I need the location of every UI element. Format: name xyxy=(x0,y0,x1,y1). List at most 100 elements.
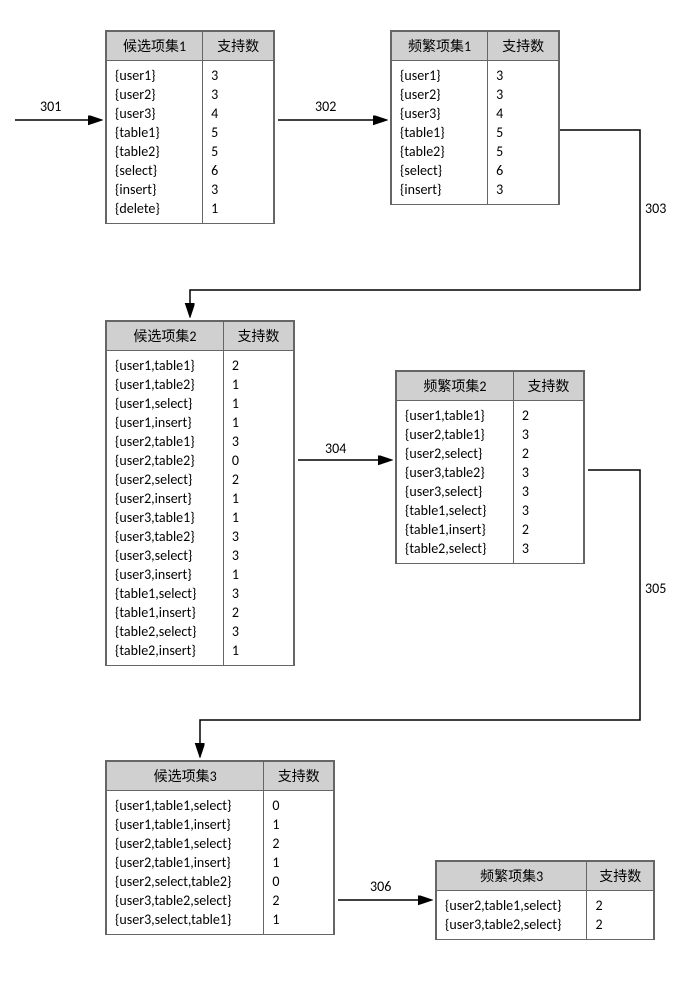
itemset-cell: {user1,table1,insert} xyxy=(107,815,264,834)
itemset-cell: {table2,select} xyxy=(107,622,224,641)
table-row: {user1,table1,select}0 xyxy=(107,791,334,816)
table-row: {insert}3 xyxy=(392,180,559,204)
itemset-cell: {table2} xyxy=(392,142,488,161)
itemset-cell: {user3} xyxy=(392,104,488,123)
table-row: {table2,select}3 xyxy=(107,622,294,641)
itemset-cell: {user3,table2,select} xyxy=(107,891,264,910)
itemset-cell: {user1,table1,select} xyxy=(107,791,264,816)
itemset-cell: {user2,table2} xyxy=(107,451,224,470)
table-row: {user2,select,table2}0 xyxy=(107,872,334,891)
itemset-cell: {table1} xyxy=(107,123,203,142)
table-row: {user2,select}2 xyxy=(397,444,584,463)
table-row: {user3,insert}1 xyxy=(107,565,294,584)
itemset-cell: {user3,table2} xyxy=(397,463,514,482)
support-cell: 2 xyxy=(223,470,293,489)
table-row: {user3,select,table1}1 xyxy=(107,910,334,934)
table-row: {user1,insert}1 xyxy=(107,413,294,432)
itemset-cell: {user2} xyxy=(107,85,203,104)
support-cell: 1 xyxy=(223,489,293,508)
itemset-cell: {table2} xyxy=(107,142,203,161)
step-label-306: 306 xyxy=(370,878,391,895)
itemset-cell: {user3,insert} xyxy=(107,565,224,584)
table-row: {user2,table1,select}2 xyxy=(437,891,654,916)
table-row: {select}6 xyxy=(392,161,559,180)
support-cell: 3 xyxy=(223,622,293,641)
table-row: {user3,table2,select}2 xyxy=(107,891,334,910)
support-cell: 2 xyxy=(513,444,583,463)
itemset-cell: {table1,select} xyxy=(397,501,514,520)
cand1-header: 候选项集1 xyxy=(107,32,203,61)
itemset-cell: {user1,table2} xyxy=(107,375,224,394)
support-cell: 3 xyxy=(223,432,293,451)
table-row: {user1}3 xyxy=(107,61,274,86)
support-cell: 1 xyxy=(264,815,334,834)
itemset-cell: {user1,insert} xyxy=(107,413,224,432)
itemset-cell: {table1,insert} xyxy=(397,520,514,539)
support-cell: 2 xyxy=(264,891,334,910)
step-label-304: 304 xyxy=(325,440,346,457)
support-cell: 2 xyxy=(587,891,654,916)
itemset-cell: {table1,insert} xyxy=(107,603,224,622)
table-row: {user3,table2}3 xyxy=(397,463,584,482)
table-row: {table1,select}3 xyxy=(107,584,294,603)
table-row: {user3,select}3 xyxy=(107,546,294,565)
candidate-set-2-table: 候选项集2 支持数 {user1,table1}2{user1,table2}1… xyxy=(105,320,295,666)
table-row: {table2}5 xyxy=(392,142,559,161)
cand2-header: 候选项集2 xyxy=(107,322,224,351)
frequent-set-3-table: 频繁项集3 支持数 {user2,table1,select}2{user3,t… xyxy=(435,860,655,940)
table-row: {select}6 xyxy=(107,161,274,180)
itemset-cell: {user2,insert} xyxy=(107,489,224,508)
itemset-cell: {table2,select} xyxy=(397,539,514,563)
itemset-cell: {table1,select} xyxy=(107,584,224,603)
itemset-cell: {delete} xyxy=(107,199,203,223)
support-cell: 0 xyxy=(264,791,334,816)
support-cell: 1 xyxy=(223,394,293,413)
support-header: 支持数 xyxy=(223,322,293,351)
itemset-cell: {select} xyxy=(107,161,203,180)
support-cell: 3 xyxy=(203,180,274,199)
support-cell: 2 xyxy=(223,603,293,622)
table-row: {user1,table1,insert}1 xyxy=(107,815,334,834)
support-cell: 1 xyxy=(264,910,334,934)
support-cell: 1 xyxy=(203,199,274,223)
table-row: {table1,insert}2 xyxy=(107,603,294,622)
table-row: {user3,table2,select}2 xyxy=(437,915,654,939)
table-row: {delete}1 xyxy=(107,199,274,223)
support-cell: 3 xyxy=(223,584,293,603)
table-row: {user3,table2}3 xyxy=(107,527,294,546)
support-cell: 2 xyxy=(513,520,583,539)
support-cell: 2 xyxy=(587,915,654,939)
table-row: {user2,table2}0 xyxy=(107,451,294,470)
support-cell: 4 xyxy=(488,104,559,123)
itemset-cell: {user2,table1,insert} xyxy=(107,853,264,872)
support-cell: 3 xyxy=(513,482,583,501)
support-cell: 3 xyxy=(488,180,559,204)
table-row: {user2}3 xyxy=(107,85,274,104)
support-cell: 5 xyxy=(488,142,559,161)
itemset-cell: {user1,table1} xyxy=(397,401,514,426)
frequent-set-2-table: 频繁项集2 支持数 {user1,table1}2{user2,table1}3… xyxy=(395,370,585,564)
support-cell: 2 xyxy=(513,401,583,426)
itemset-cell: {user1,table1} xyxy=(107,351,224,376)
table-row: {user3}4 xyxy=(107,104,274,123)
itemset-cell: {user2} xyxy=(392,85,488,104)
table-row: {user3,select}3 xyxy=(397,482,584,501)
support-cell: 1 xyxy=(223,641,293,665)
itemset-cell: {user3,table1} xyxy=(107,508,224,527)
freq2-header: 频繁项集2 xyxy=(397,372,514,401)
itemset-cell: {insert} xyxy=(392,180,488,204)
table-row: {table2,insert}1 xyxy=(107,641,294,665)
support-cell: 3 xyxy=(223,527,293,546)
support-cell: 1 xyxy=(223,375,293,394)
itemset-cell: {user3,select} xyxy=(397,482,514,501)
support-cell: 6 xyxy=(488,161,559,180)
itemset-cell: {user2,table1} xyxy=(107,432,224,451)
itemset-cell: {user3,table2} xyxy=(107,527,224,546)
itemset-cell: {user3,table2,select} xyxy=(437,915,587,939)
table-row: {user3}4 xyxy=(392,104,559,123)
support-cell: 3 xyxy=(223,546,293,565)
support-cell: 0 xyxy=(264,872,334,891)
support-cell: 3 xyxy=(513,539,583,563)
step-label-303: 303 xyxy=(645,200,666,217)
itemset-cell: {user3} xyxy=(107,104,203,123)
